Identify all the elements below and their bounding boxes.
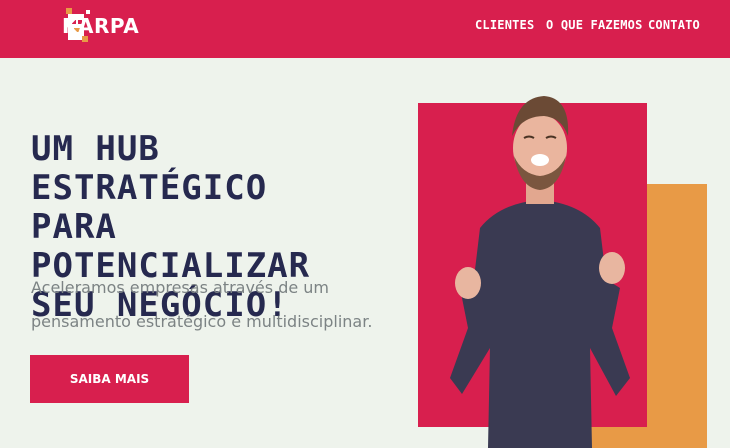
hero-person-image bbox=[450, 96, 630, 448]
nav-item-clientes[interactable]: CLIENTES bbox=[475, 18, 534, 32]
brand-name[interactable]: KARPA bbox=[62, 14, 139, 38]
site-header: KARPA CLIENTES O QUE FAZEMOS CONTATO bbox=[0, 0, 730, 58]
headline-line: UM HUB ESTRATÉGICO bbox=[31, 129, 268, 208]
hero-subtext: Aceleramos empresas através de um pensam… bbox=[31, 271, 391, 339]
saiba-mais-button[interactable]: SAIBA MAIS bbox=[30, 355, 189, 403]
subtext-line: Aceleramos empresas através de um bbox=[31, 278, 329, 297]
nav-item-o-que-fazemos[interactable]: O QUE FAZEMOS bbox=[546, 18, 643, 32]
nav-item-contato[interactable]: CONTATO bbox=[648, 18, 700, 32]
subtext-line: pensamento estratégico e multidisciplina… bbox=[31, 312, 373, 331]
